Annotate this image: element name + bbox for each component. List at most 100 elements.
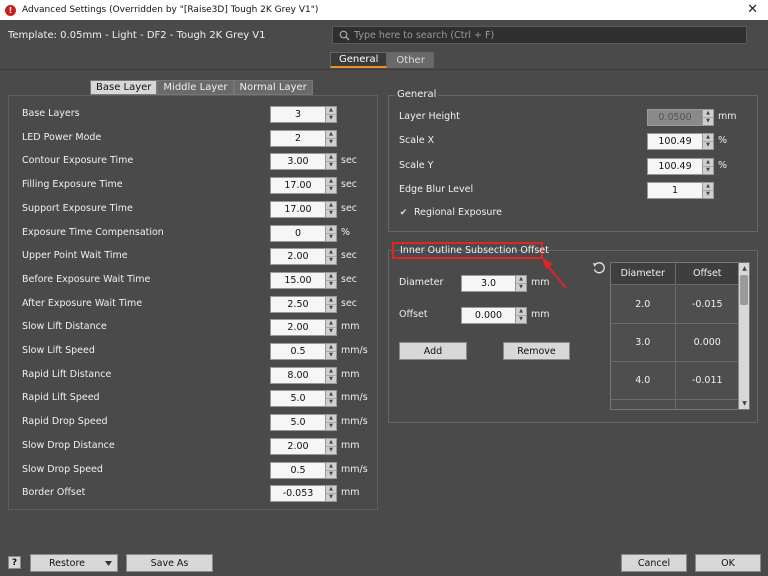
param-spinbox[interactable]: 15.00 ▲ ▼: [270, 271, 337, 289]
tab-normal-layer[interactable]: Normal Layer: [233, 80, 313, 95]
close-icon[interactable]: ✕: [747, 2, 758, 17]
param-stepper[interactable]: ▲ ▼: [326, 106, 337, 123]
param-stepper[interactable]: ▲ ▼: [326, 319, 337, 337]
param-stepper[interactable]: ▲ ▼: [326, 224, 337, 242]
param-spinbox[interactable]: 5.0 ▲ ▼: [270, 414, 337, 432]
arrow-down-icon[interactable]: ▼: [326, 162, 336, 169]
arrow-up-icon[interactable]: ▲: [326, 320, 336, 329]
arrow-up-icon[interactable]: ▲: [516, 308, 526, 316]
arrow-down-icon[interactable]: ▼: [326, 376, 336, 383]
arrow-up-icon[interactable]: ▲: [326, 226, 336, 234]
offset-value[interactable]: 0.000: [461, 307, 516, 324]
arrow-down-icon[interactable]: ▼: [703, 191, 713, 198]
param-stepper[interactable]: ▲ ▼: [326, 366, 337, 384]
table-scrollbar[interactable]: ▲ ▼: [738, 263, 749, 409]
arrow-down-icon[interactable]: ▼: [326, 139, 336, 146]
reset-icon[interactable]: [592, 261, 606, 275]
arrow-down-icon[interactable]: ▼: [326, 257, 336, 264]
arrow-up-icon[interactable]: ▲: [326, 297, 336, 305]
arrow-up-icon[interactable]: ▲: [326, 273, 336, 281]
table-cell-diameter[interactable]: 2.0: [611, 286, 676, 323]
param-value[interactable]: 2.00: [270, 437, 326, 455]
arrow-up-icon[interactable]: ▲: [326, 249, 336, 258]
arrow-down-icon[interactable]: ▼: [516, 284, 526, 291]
arrow-up-icon[interactable]: ▲: [326, 463, 336, 471]
arrow-down-icon[interactable]: ▼: [326, 234, 336, 241]
param-value[interactable]: 17.00: [270, 200, 326, 218]
scroll-down-icon[interactable]: ▼: [739, 399, 749, 408]
arrow-down-icon[interactable]: ▼: [703, 142, 713, 149]
param-stepper[interactable]: ▲ ▼: [703, 157, 714, 175]
diameter-stepper[interactable]: ▲ ▼: [516, 275, 527, 292]
param-spinbox[interactable]: 0 ▲ ▼: [270, 224, 337, 242]
param-stepper[interactable]: ▲ ▼: [703, 133, 714, 151]
arrow-up-icon[interactable]: ▲: [326, 415, 336, 424]
arrow-down-icon[interactable]: ▼: [703, 118, 713, 125]
arrow-up-icon[interactable]: ▲: [326, 368, 336, 376]
param-value[interactable]: 17.00: [270, 177, 326, 195]
param-stepper[interactable]: ▲ ▼: [326, 271, 337, 289]
param-stepper[interactable]: ▲ ▼: [326, 248, 337, 266]
param-stepper[interactable]: ▲ ▼: [326, 153, 337, 171]
table-row[interactable]: 2.0 -0.015: [611, 286, 739, 324]
arrow-up-icon[interactable]: ▲: [516, 276, 526, 284]
table-cell-offset[interactable]: 0.000: [676, 324, 740, 361]
arrow-up-icon[interactable]: ▲: [326, 131, 336, 139]
param-spinbox[interactable]: 8.00 ▲ ▼: [270, 366, 337, 384]
param-stepper[interactable]: ▲ ▼: [326, 461, 337, 479]
table-cell-diameter[interactable]: 3.0: [611, 324, 676, 361]
arrow-up-icon[interactable]: ▲: [703, 134, 713, 143]
table-cell-diameter[interactable]: [611, 400, 676, 409]
table-row[interactable]: 4.0 -0.011: [611, 362, 739, 400]
arrow-up-icon[interactable]: ▲: [326, 154, 336, 163]
param-stepper[interactable]: ▲ ▼: [326, 129, 337, 147]
param-value[interactable]: 3: [270, 106, 326, 123]
table-cell-diameter[interactable]: 4.0: [611, 362, 676, 399]
arrow-down-icon[interactable]: ▼: [326, 399, 336, 406]
tab-base-layer[interactable]: Base Layer: [90, 80, 158, 95]
param-value[interactable]: 15.00: [270, 271, 326, 289]
param-spinbox[interactable]: 17.00 ▲ ▼: [270, 177, 337, 195]
arrow-down-icon[interactable]: ▼: [326, 281, 336, 288]
diameter-spinbox[interactable]: 3.0 ▲ ▼: [461, 275, 527, 292]
column-header-diameter[interactable]: Diameter: [611, 263, 676, 284]
arrow-down-icon[interactable]: ▼: [326, 328, 336, 335]
column-header-offset[interactable]: Offset: [676, 263, 740, 284]
add-button[interactable]: Add: [399, 342, 467, 360]
arrow-up-icon[interactable]: ▲: [326, 107, 336, 115]
arrow-down-icon[interactable]: ▼: [326, 186, 336, 193]
cancel-button[interactable]: Cancel: [621, 554, 687, 572]
diameter-value[interactable]: 3.0: [461, 275, 516, 292]
param-stepper[interactable]: ▲ ▼: [326, 485, 337, 503]
arrow-down-icon[interactable]: ▼: [326, 305, 336, 312]
table-cell-offset[interactable]: -0.015: [676, 286, 740, 323]
param-spinbox[interactable]: 3 ▲ ▼: [270, 106, 337, 123]
restore-button[interactable]: Restore: [30, 554, 118, 572]
param-value[interactable]: -0.053: [270, 485, 326, 503]
arrow-up-icon[interactable]: ▲: [326, 391, 336, 400]
help-button[interactable]: ?: [8, 556, 21, 569]
param-stepper[interactable]: ▲ ▼: [326, 343, 337, 360]
arrow-up-icon[interactable]: ▲: [326, 344, 336, 352]
param-value[interactable]: 2: [270, 129, 326, 147]
ok-button[interactable]: OK: [695, 554, 761, 572]
search-box[interactable]: [332, 26, 747, 44]
param-stepper[interactable]: ▲ ▼: [326, 414, 337, 432]
tab-general[interactable]: General: [330, 52, 388, 68]
table-cell-offset[interactable]: [676, 400, 740, 409]
param-spinbox[interactable]: 100.49 ▲ ▼: [647, 157, 714, 175]
arrow-down-icon[interactable]: ▼: [326, 494, 336, 501]
param-value[interactable]: 5.0: [270, 414, 326, 432]
remove-button[interactable]: Remove: [503, 342, 570, 360]
param-spinbox[interactable]: 0.5 ▲ ▼: [270, 461, 337, 479]
arrow-up-icon[interactable]: ▲: [703, 110, 713, 118]
scroll-thumb[interactable]: [740, 275, 748, 305]
param-stepper[interactable]: ▲ ▼: [326, 295, 337, 313]
param-value[interactable]: 1: [647, 181, 703, 199]
param-value[interactable]: 0.5: [270, 343, 326, 360]
param-value[interactable]: 2.00: [270, 319, 326, 337]
param-spinbox[interactable]: 100.49 ▲ ▼: [647, 133, 714, 151]
arrow-down-icon[interactable]: ▼: [326, 447, 336, 454]
param-spinbox[interactable]: 2.00 ▲ ▼: [270, 437, 337, 455]
param-stepper[interactable]: ▲ ▼: [703, 181, 714, 199]
